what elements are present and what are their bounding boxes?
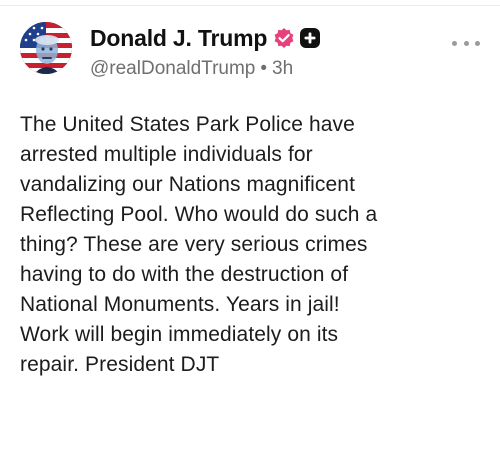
more-dot [452,40,457,46]
more-dot [463,40,469,46]
separator-dot: • [260,58,268,79]
flag-portrait-avatar-icon [20,22,72,74]
post-header: Donald J. Trump @realDonaldTrump • 3h [90,24,470,80]
verified-badge-icon [273,27,295,49]
post-body-text: The United States Park Police have arres… [20,113,378,376]
avatar[interactable] [20,22,72,74]
handle[interactable]: @realDonaldTrump [90,58,255,79]
display-name[interactable]: Donald J. Trump [90,25,267,52]
name-row: Donald J. Trump [90,24,470,52]
more-horizontal-icon[interactable] [452,38,480,48]
handle-row: @realDonaldTrump • 3h [90,58,470,80]
more-dot [475,40,480,46]
divider [0,5,500,6]
plus-icon[interactable] [299,27,321,49]
post-card: Donald J. Trump @realDonaldTrump • 3h Th… [0,0,500,450]
timestamp[interactable]: 3h [272,58,293,79]
